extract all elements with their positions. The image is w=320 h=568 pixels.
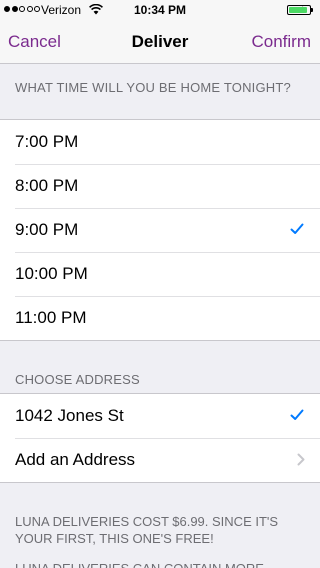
time-option-label: 9:00 PM bbox=[15, 220, 79, 239]
time-option-label: 10:00 PM bbox=[15, 264, 88, 283]
chevron-right-icon bbox=[297, 453, 305, 466]
navigation-bar: Cancel Deliver Confirm bbox=[0, 20, 320, 64]
add-address-label: Add an Address bbox=[15, 450, 136, 469]
time-option[interactable]: 9:00 PM bbox=[0, 208, 320, 252]
checkmark-icon bbox=[290, 223, 304, 234]
deliver-screen: Verizon 10:34 PM ⚡ Cancel Deliver Confir… bbox=[0, 0, 320, 568]
delivery-cost-note: LUNA DELIVERIES COST $6.99. SINCE IT'S Y… bbox=[15, 514, 279, 546]
status-time: 10:34 PM bbox=[133, 3, 187, 17]
address-section-header: CHOOSE ADDRESS bbox=[15, 372, 140, 387]
battery-level bbox=[289, 7, 307, 13]
time-option-label: 8:00 PM bbox=[15, 176, 79, 195]
checkmark-icon bbox=[290, 409, 304, 420]
status-bar: Verizon 10:34 PM ⚡ bbox=[0, 0, 320, 20]
address-label: 1042 Jones St bbox=[15, 406, 124, 425]
address-list: 1042 Jones St Add an Address bbox=[0, 393, 320, 483]
time-option-label: 11:00 PM bbox=[15, 308, 87, 327]
add-address-row[interactable]: Add an Address bbox=[0, 438, 320, 482]
confirm-button[interactable]: Confirm bbox=[251, 32, 311, 52]
delivery-contents-note: LUNA DELIVERIES CAN CONTAIN MORE bbox=[15, 560, 305, 568]
address-option[interactable]: 1042 Jones St bbox=[0, 394, 320, 438]
time-options-list: 7:00 PM 8:00 PM 9:00 PM 10:00 PM 11:00 P… bbox=[0, 119, 320, 341]
time-option[interactable]: 7:00 PM bbox=[0, 120, 320, 164]
time-option[interactable]: 8:00 PM bbox=[0, 164, 320, 208]
battery-icon bbox=[287, 5, 313, 15]
time-option-label: 7:00 PM bbox=[15, 132, 79, 151]
time-section-header: WHAT TIME WILL YOU BE HOME TONIGHT? bbox=[15, 80, 291, 95]
time-option[interactable]: 10:00 PM bbox=[0, 252, 320, 296]
battery-nub bbox=[311, 8, 313, 12]
time-option[interactable]: 11:00 PM bbox=[0, 296, 320, 340]
